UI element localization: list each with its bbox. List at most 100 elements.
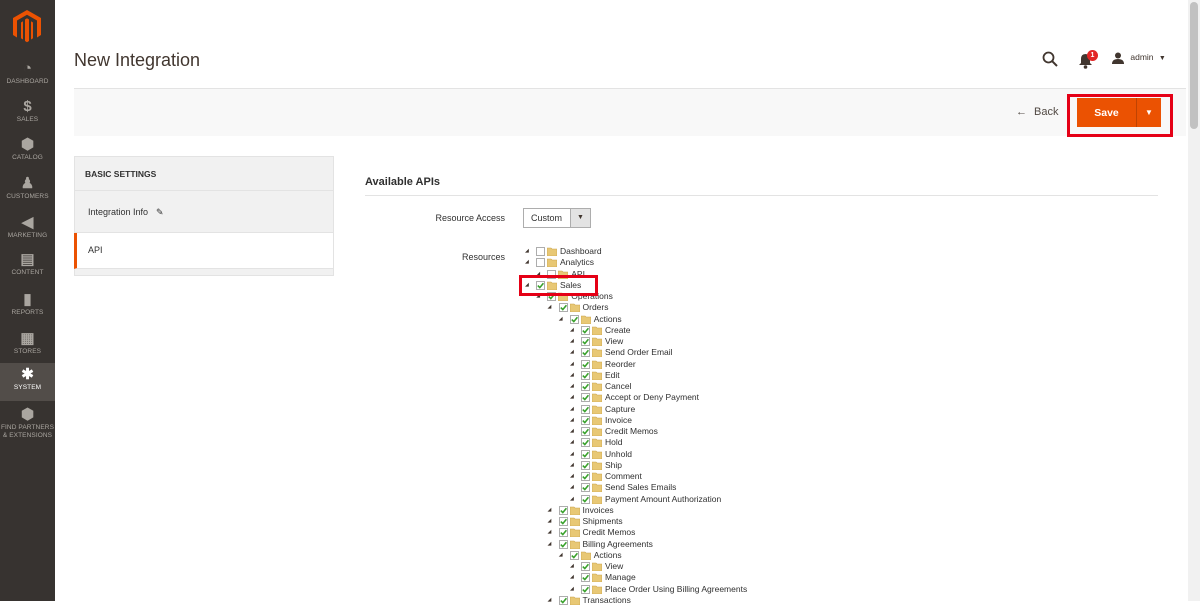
tree-checkbox-checked[interactable] [581, 573, 590, 583]
tree-expand-toggle-icon[interactable]: ◢ [570, 336, 578, 347]
tree-expand-toggle-icon[interactable]: ◢ [570, 572, 578, 583]
tree-node-label[interactable]: Payment Amount Authorization [605, 494, 721, 504]
tree-checkbox-checked[interactable] [558, 303, 568, 313]
tree-expand-toggle-icon[interactable]: ◢ [570, 359, 578, 370]
tree-expand-toggle-icon[interactable]: ◢ [570, 426, 578, 437]
tree-node-label[interactable]: Create [605, 325, 631, 335]
tree-node-label[interactable]: View [605, 336, 623, 346]
tree-checkbox-checked[interactable] [581, 472, 590, 481]
tree-checkbox-checked[interactable] [581, 393, 590, 403]
tree-node-label[interactable]: Credit Memos [605, 426, 658, 436]
tree-checkbox-checked[interactable] [581, 348, 590, 358]
tree-checkbox-checked[interactable] [581, 359, 590, 369]
tree-node-label[interactable]: Capture [605, 404, 635, 414]
tab-integration-info[interactable]: Integration Info ✎ [74, 191, 334, 233]
tree-expand-toggle-icon[interactable]: ◢ [548, 595, 556, 606]
nav-item-customers[interactable]: ♟ CUSTOMERS [0, 172, 55, 210]
tree-checkbox-checked[interactable] [581, 382, 590, 391]
tree-node-label[interactable]: Transactions [583, 595, 631, 605]
nav-item-stores[interactable]: ▦ STORES [0, 327, 55, 365]
tree-expand-toggle-icon[interactable]: ◢ [570, 370, 578, 381]
tree-checkbox-checked[interactable] [581, 415, 590, 425]
nav-item-system[interactable]: ✱ SYSTEM [0, 363, 55, 401]
nav-item-marketing[interactable]: ◀ MARKETING [0, 211, 55, 249]
tree-checkbox-checked[interactable] [558, 528, 568, 538]
tree-checkbox-checked[interactable] [558, 505, 568, 515]
tree-checkbox[interactable] [536, 258, 545, 268]
tree-expand-toggle-icon[interactable]: ◢ [559, 314, 567, 325]
tree-expand-toggle-icon[interactable]: ◢ [570, 415, 578, 426]
tree-expand-toggle-icon[interactable]: ◢ [570, 437, 578, 448]
tree-node-label[interactable]: Dashboard [560, 246, 602, 256]
tree-checkbox-checked[interactable] [581, 562, 590, 571]
tree-node-label[interactable]: Place Order Using Billing Agreements [605, 584, 747, 594]
nav-item-reports[interactable]: ▮ REPORTS [0, 288, 55, 326]
tree-expand-toggle-icon[interactable]: ◢ [548, 527, 556, 538]
tree-expand-toggle-icon[interactable]: ◢ [570, 404, 578, 415]
tree-node-label[interactable]: Analytics [560, 257, 594, 267]
tree-node-label[interactable]: Cancel [605, 381, 631, 391]
tree-expand-toggle-icon[interactable]: ◢ [525, 257, 533, 268]
tree-expand-toggle-icon[interactable]: ◢ [570, 561, 578, 572]
tree-expand-toggle-icon[interactable]: ◢ [570, 460, 578, 471]
tree-node-label[interactable]: Actions [594, 314, 622, 324]
tree-expand-toggle-icon[interactable]: ◢ [570, 449, 578, 460]
tree-node-label[interactable]: Credit Memos [583, 527, 636, 537]
tree-checkbox-checked[interactable] [581, 337, 590, 346]
nav-item-sales[interactable]: $ SALES [0, 95, 55, 133]
tree-checkbox-checked[interactable] [558, 595, 568, 605]
tree-node-label[interactable]: Hold [605, 437, 622, 447]
tree-node-label[interactable]: Actions [594, 550, 622, 560]
tree-checkbox-checked[interactable] [581, 438, 590, 448]
tree-checkbox-checked[interactable] [558, 539, 568, 549]
tree-expand-toggle-icon[interactable]: ◢ [548, 539, 556, 550]
admin-user-menu[interactable]: admin ▼ [1112, 52, 1166, 66]
magento-logo-icon[interactable] [13, 10, 41, 43]
resource-access-select[interactable]: Custom ▼ [523, 208, 591, 228]
tree-checkbox-checked[interactable] [581, 494, 590, 504]
tree-checkbox[interactable] [536, 247, 545, 256]
notifications-count-badge[interactable]: 1 [1087, 50, 1098, 61]
tree-checkbox-checked[interactable] [581, 325, 590, 335]
tree-checkbox-checked[interactable] [581, 370, 590, 380]
tree-node-label[interactable]: View [605, 561, 623, 571]
tree-expand-toggle-icon[interactable]: ◢ [570, 471, 578, 482]
back-button[interactable]: ← Back [1016, 106, 1058, 118]
tree-expand-toggle-icon[interactable]: ◢ [570, 494, 578, 505]
nav-item-catalog[interactable]: ⬢ CATALOG [0, 133, 55, 171]
tree-expand-toggle-icon[interactable]: ◢ [559, 550, 567, 561]
tree-node-label[interactable]: Edit [605, 370, 620, 380]
nav-item-dashboard[interactable]: ◔ DASHBOARD [0, 57, 55, 95]
tree-checkbox-checked[interactable] [581, 584, 590, 594]
tree-node-label[interactable]: Send Sales Emails [605, 482, 676, 492]
tree-checkbox-checked[interactable] [569, 314, 579, 324]
tree-node-label[interactable]: Unhold [605, 449, 632, 459]
tree-expand-toggle-icon[interactable]: ◢ [570, 325, 578, 336]
tree-checkbox-checked[interactable] [581, 404, 590, 414]
scrollbar-thumb[interactable] [1190, 2, 1198, 129]
tree-expand-toggle-icon[interactable]: ◢ [548, 505, 556, 516]
nav-item-find[interactable]: ⬢ FIND PARTNERS & EXTENSIONS [0, 403, 55, 445]
tree-node-label[interactable]: Invoices [583, 505, 614, 515]
tree-expand-toggle-icon[interactable]: ◢ [570, 482, 578, 493]
tree-node-label[interactable]: Comment [605, 471, 642, 481]
tree-expand-toggle-icon[interactable]: ◢ [570, 584, 578, 595]
tree-node-label[interactable]: Ship [605, 460, 622, 470]
tree-checkbox-checked[interactable] [581, 427, 590, 436]
tree-node-label[interactable]: Invoice [605, 415, 632, 425]
tree-node-label[interactable]: Shipments [583, 516, 623, 526]
tree-checkbox-checked[interactable] [581, 449, 590, 459]
tree-node-label[interactable]: Orders [583, 302, 609, 312]
tree-expand-toggle-icon[interactable]: ◢ [548, 516, 556, 527]
tree-expand-toggle-icon[interactable]: ◢ [570, 392, 578, 403]
tab-api[interactable]: API [74, 233, 334, 269]
nav-item-content[interactable]: ▤ CONTENT [0, 248, 55, 286]
tree-node-label[interactable]: Send Order Email [605, 347, 673, 357]
tree-checkbox-checked[interactable] [569, 550, 579, 560]
tree-expand-toggle-icon[interactable]: ◢ [548, 302, 556, 313]
tree-node-label[interactable]: Billing Agreements [583, 539, 653, 549]
tree-node-label[interactable]: Reorder [605, 359, 636, 369]
tree-checkbox-checked[interactable] [558, 517, 568, 526]
search-icon[interactable] [1042, 51, 1058, 67]
tree-checkbox-checked[interactable] [581, 483, 590, 493]
